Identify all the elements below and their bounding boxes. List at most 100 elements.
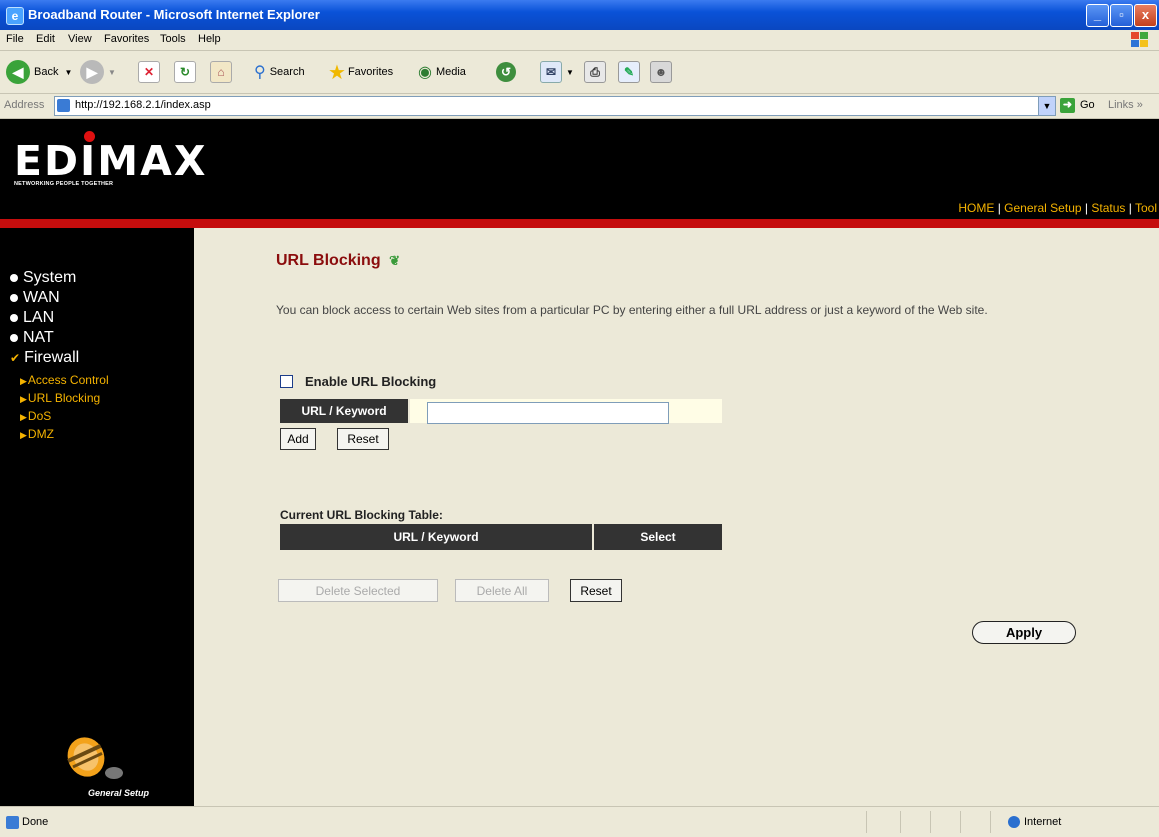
page-title-text: URL Blocking: [276, 252, 381, 269]
window-title: Broadband Router - Microsoft Internet Ex…: [28, 7, 320, 22]
url-keyword-input[interactable]: [427, 402, 669, 424]
minimize-button[interactable]: _: [1086, 4, 1109, 27]
home-icon: ⌂: [210, 61, 232, 83]
nav-general-setup[interactable]: General Setup: [1004, 201, 1081, 215]
enable-url-blocking-checkbox[interactable]: [280, 375, 293, 388]
chevron-down-icon: ▼: [64, 67, 73, 77]
page-description: You can block access to certain Web site…: [276, 303, 988, 317]
media-label: Media: [435, 66, 466, 78]
menu-file[interactable]: File: [6, 33, 24, 45]
subitem-label: DMZ: [27, 427, 54, 441]
chevron-down-icon: ▼: [108, 67, 116, 77]
nav-home[interactable]: HOME: [958, 201, 994, 215]
sidebar-item-label: WAN: [23, 289, 60, 306]
search-icon: ⚲: [254, 64, 266, 81]
page-icon: [57, 99, 70, 112]
delete-selected-button[interactable]: Delete Selected: [278, 579, 438, 602]
table-reset-button[interactable]: Reset: [570, 579, 622, 602]
header-divider: [0, 219, 1159, 228]
messenger-button[interactable]: ☻: [650, 59, 672, 85]
triangle-icon: ▶: [20, 430, 27, 440]
enable-url-blocking[interactable]: Enable URL Blocking: [280, 374, 436, 389]
menu-tools[interactable]: Tools: [160, 33, 186, 45]
sidebar-item-label: LAN: [23, 309, 55, 326]
mail-button[interactable]: ✉ ▼: [540, 59, 574, 85]
status-divider: [930, 811, 931, 833]
forward-button[interactable]: ▶ ▼: [80, 59, 116, 85]
triangle-icon: ▶: [20, 412, 27, 422]
refresh-button[interactable]: ↻: [174, 59, 196, 85]
router-header: EDIMAX NETWORKING PEOPLE TOGETHER HOME |…: [0, 119, 1159, 219]
subitem-label: URL Blocking: [27, 391, 101, 405]
status-divider: [900, 811, 901, 833]
bullet-icon: [10, 334, 18, 342]
home-button[interactable]: ⌂: [210, 59, 232, 85]
chevron-down-icon: ▼: [566, 67, 574, 77]
help-icon[interactable]: ❦: [389, 253, 400, 269]
menu-view[interactable]: View: [68, 33, 92, 45]
refresh-icon: ↻: [174, 61, 196, 83]
sidebar-item-nat[interactable]: NAT: [10, 329, 54, 347]
check-icon: ✔: [10, 351, 21, 365]
edit-icon: ✎: [618, 61, 640, 83]
close-button[interactable]: x: [1134, 4, 1157, 27]
sidebar-subitem-dmz[interactable]: ▶DMZ: [20, 427, 54, 441]
bullet-icon: [10, 274, 18, 282]
url-keyword-label: URL / Keyword: [280, 399, 408, 423]
sidebar-item-label: System: [23, 269, 77, 286]
star-icon: ★: [328, 61, 346, 84]
media-button[interactable]: ◉ Media: [418, 59, 466, 85]
search-button[interactable]: ⚲ Search: [254, 59, 305, 85]
window-title-bar[interactable]: e Broadband Router - Microsoft Internet …: [0, 0, 1159, 30]
sidebar-item-label: Firewall: [24, 349, 80, 366]
stop-button[interactable]: ✕: [138, 59, 160, 85]
apply-button[interactable]: Apply: [972, 621, 1076, 644]
add-button[interactable]: Add: [280, 428, 316, 450]
sidebar-subitem-url-blocking[interactable]: ▶URL Blocking: [20, 391, 100, 405]
links-button[interactable]: Links »: [1108, 99, 1143, 111]
address-bar: Address http://192.168.2.1/index.asp ▼ ➜…: [0, 94, 1159, 119]
nav-status[interactable]: Status: [1091, 201, 1125, 215]
status-divider: [990, 811, 991, 833]
maximize-button[interactable]: ▫: [1110, 4, 1133, 27]
menu-favorites[interactable]: Favorites: [104, 33, 149, 45]
bullet-icon: [10, 294, 18, 302]
back-label: Back: [34, 66, 59, 78]
sidebar-item-wan[interactable]: WAN: [10, 289, 60, 307]
nav-separator: |: [1084, 201, 1089, 215]
address-input[interactable]: http://192.168.2.1/index.asp ▼: [54, 96, 1056, 116]
go-button[interactable]: Go: [1080, 99, 1095, 111]
toolbar: ◀ Back ▼ ▶ ▼ ✕ ↻ ⌂ ⚲ Search ★ Favorites …: [0, 51, 1159, 94]
reset-button[interactable]: Reset: [337, 428, 389, 450]
go-arrow-icon[interactable]: ➜: [1060, 98, 1075, 113]
sidebar-item-lan[interactable]: LAN: [10, 309, 54, 327]
sidebar-item-firewall[interactable]: ✔ Firewall: [10, 349, 79, 367]
main-content: URL Blocking ❦ You can block access to c…: [194, 228, 1159, 806]
delete-all-button[interactable]: Delete All: [455, 579, 549, 602]
back-arrow-icon: ◀: [6, 60, 30, 84]
windows-logo-icon: [1131, 32, 1151, 48]
menu-help[interactable]: Help: [198, 33, 221, 45]
bullet-icon: [10, 314, 18, 322]
nav-tool[interactable]: Tool: [1135, 201, 1157, 215]
menu-bar: File Edit View Favorites Tools Help: [0, 30, 1159, 51]
sidebar-subitem-dos[interactable]: ▶DoS: [20, 409, 51, 423]
chevron-down-icon[interactable]: ▼: [1038, 97, 1055, 115]
sidebar-subitem-access-control[interactable]: ▶Access Control: [20, 373, 109, 387]
status-divider: [960, 811, 961, 833]
menu-edit[interactable]: Edit: [36, 33, 55, 45]
edit-button[interactable]: ✎: [618, 59, 640, 85]
print-button[interactable]: ⎙: [584, 59, 606, 85]
history-icon: ↺: [496, 62, 516, 82]
internet-globe-icon: [1008, 816, 1020, 828]
history-button[interactable]: ↺: [496, 59, 516, 85]
favorites-button[interactable]: ★ Favorites: [328, 59, 393, 85]
security-zone: Internet: [1024, 816, 1062, 828]
status-bar: Done Internet: [0, 806, 1159, 837]
stop-icon: ✕: [138, 61, 160, 83]
favorites-label: Favorites: [347, 66, 394, 78]
sidebar-item-system[interactable]: System: [10, 269, 76, 287]
back-button[interactable]: ◀ Back ▼: [6, 59, 72, 85]
address-url: http://192.168.2.1/index.asp: [75, 99, 211, 111]
nav-separator: |: [1128, 201, 1132, 215]
